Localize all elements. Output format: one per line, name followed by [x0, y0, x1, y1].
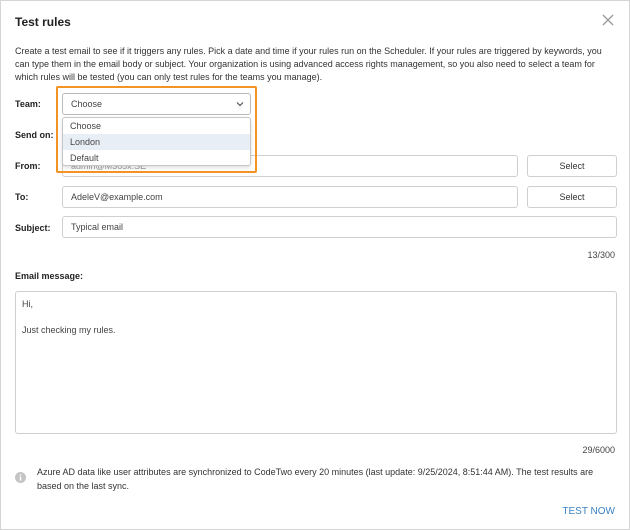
to-input[interactable]: AdeleV@example.com: [62, 186, 518, 208]
chevron-down-icon: [236, 102, 244, 107]
team-option-default[interactable]: Default: [63, 150, 250, 165]
subject-input[interactable]: Typical email: [62, 216, 617, 238]
subject-label: Subject:: [15, 223, 51, 233]
send-on-label: Send on:: [15, 130, 54, 140]
team-option-choose[interactable]: Choose: [63, 118, 250, 134]
from-label: From:: [15, 161, 41, 171]
info-icon: [15, 472, 26, 483]
team-select-value: Choose: [71, 99, 103, 109]
dialog-title: Test rules: [15, 15, 71, 29]
email-message-label: Email message:: [15, 271, 84, 281]
team-select[interactable]: Choose: [62, 93, 251, 115]
test-now-button[interactable]: TEST NOW: [562, 506, 615, 517]
team-dropdown: Choose London Default: [62, 117, 251, 166]
to-label: To:: [15, 192, 29, 202]
test-rules-dialog: Test rules Create a test email to see if…: [0, 0, 630, 530]
sync-info-text: Azure AD data like user attributes are s…: [37, 467, 594, 491]
subject-counter: 13/300: [587, 250, 615, 260]
team-option-london[interactable]: London: [63, 134, 250, 150]
dialog-description: Create a test email to see if it trigger…: [15, 46, 602, 82]
to-select-button[interactable]: Select: [527, 186, 617, 208]
email-message-textarea[interactable]: Hi, Just checking my rules.: [15, 291, 617, 434]
from-select-button[interactable]: Select: [527, 155, 617, 177]
message-counter: 29/6000: [582, 445, 615, 455]
team-label: Team:: [15, 99, 41, 109]
close-icon[interactable]: [601, 13, 615, 27]
